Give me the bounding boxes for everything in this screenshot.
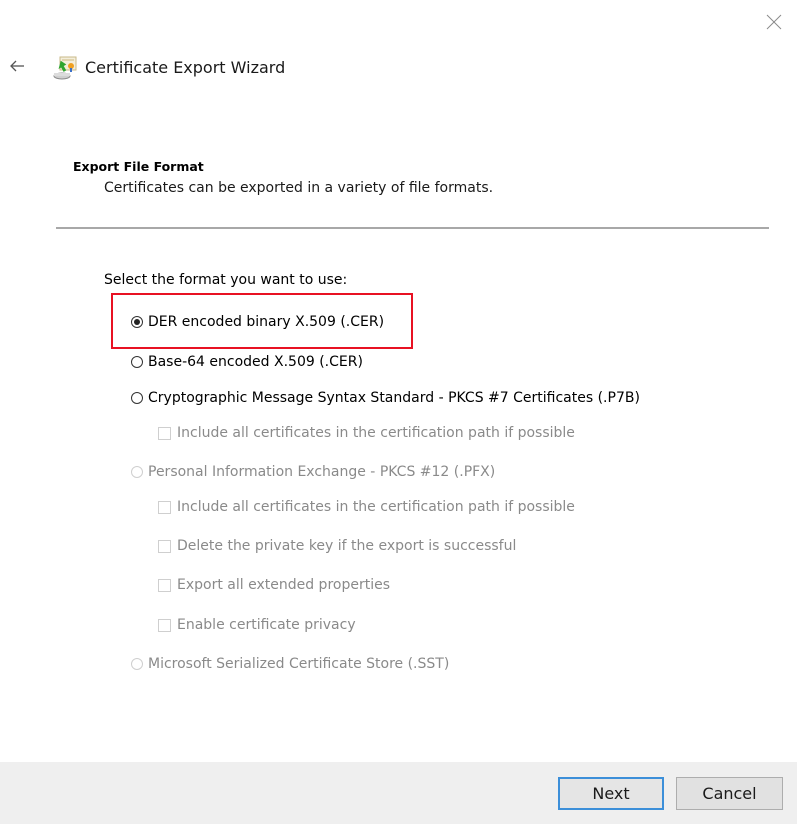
checkbox-export-extended-properties[interactable]: Export all extended properties	[158, 577, 390, 593]
checkbox-indicator[interactable]	[158, 618, 171, 632]
radio-indicator[interactable]	[131, 658, 143, 670]
checkbox-pfx-include-path[interactable]: Include all certificates in the certific…	[158, 499, 575, 515]
option-label: Enable certificate privacy	[177, 617, 356, 633]
next-button[interactable]: Next	[558, 777, 664, 810]
cancel-button[interactable]: Cancel	[676, 777, 783, 810]
option-label: Delete the private key if the export is …	[177, 538, 517, 554]
option-label: DER encoded binary X.509 (.CER)	[148, 314, 385, 330]
certificate-export-icon	[52, 55, 78, 81]
radio-pkcs12[interactable]: Personal Information Exchange - PKCS #12…	[131, 464, 495, 480]
checkbox-indicator[interactable]	[158, 539, 171, 553]
checkbox-enable-certificate-privacy[interactable]: Enable certificate privacy	[158, 617, 356, 633]
back-arrow-icon	[10, 60, 24, 72]
option-label: Include all certificates in the certific…	[177, 499, 575, 515]
wizard-title: Certificate Export Wizard	[85, 58, 286, 77]
back-button[interactable]	[9, 58, 27, 74]
format-select-label: Select the format you want to use:	[104, 272, 348, 288]
radio-indicator[interactable]	[131, 392, 143, 404]
section-description: Certificates can be exported in a variet…	[104, 180, 494, 196]
option-label: Include all certificates in the certific…	[177, 425, 575, 441]
section-heading: Export File Format	[73, 159, 204, 174]
radio-base64-encoded[interactable]: Base-64 encoded X.509 (.CER)	[131, 354, 363, 370]
checkbox-indicator[interactable]	[158, 578, 171, 592]
radio-pkcs7[interactable]: Cryptographic Message Syntax Standard - …	[131, 390, 640, 406]
header-separator	[56, 227, 769, 229]
option-label: Personal Information Exchange - PKCS #12…	[148, 464, 496, 480]
radio-indicator[interactable]	[131, 316, 143, 328]
option-label: Base-64 encoded X.509 (.CER)	[148, 354, 363, 370]
radio-indicator[interactable]	[131, 356, 143, 368]
checkbox-indicator[interactable]	[158, 500, 171, 514]
radio-der-encoded[interactable]: DER encoded binary X.509 (.CER)	[131, 314, 384, 330]
radio-sst[interactable]: Microsoft Serialized Certificate Store (…	[131, 656, 449, 672]
close-icon	[766, 14, 782, 30]
option-label: Cryptographic Message Syntax Standard - …	[148, 390, 640, 406]
checkbox-delete-private-key[interactable]: Delete the private key if the export is …	[158, 538, 516, 554]
option-label: Export all extended properties	[177, 577, 390, 593]
radio-indicator[interactable]	[131, 466, 143, 478]
checkbox-pkcs7-include-path[interactable]: Include all certificates in the certific…	[158, 425, 575, 441]
checkbox-indicator[interactable]	[158, 426, 171, 440]
option-label: Microsoft Serialized Certificate Store (…	[148, 656, 450, 672]
close-button[interactable]	[764, 12, 784, 32]
